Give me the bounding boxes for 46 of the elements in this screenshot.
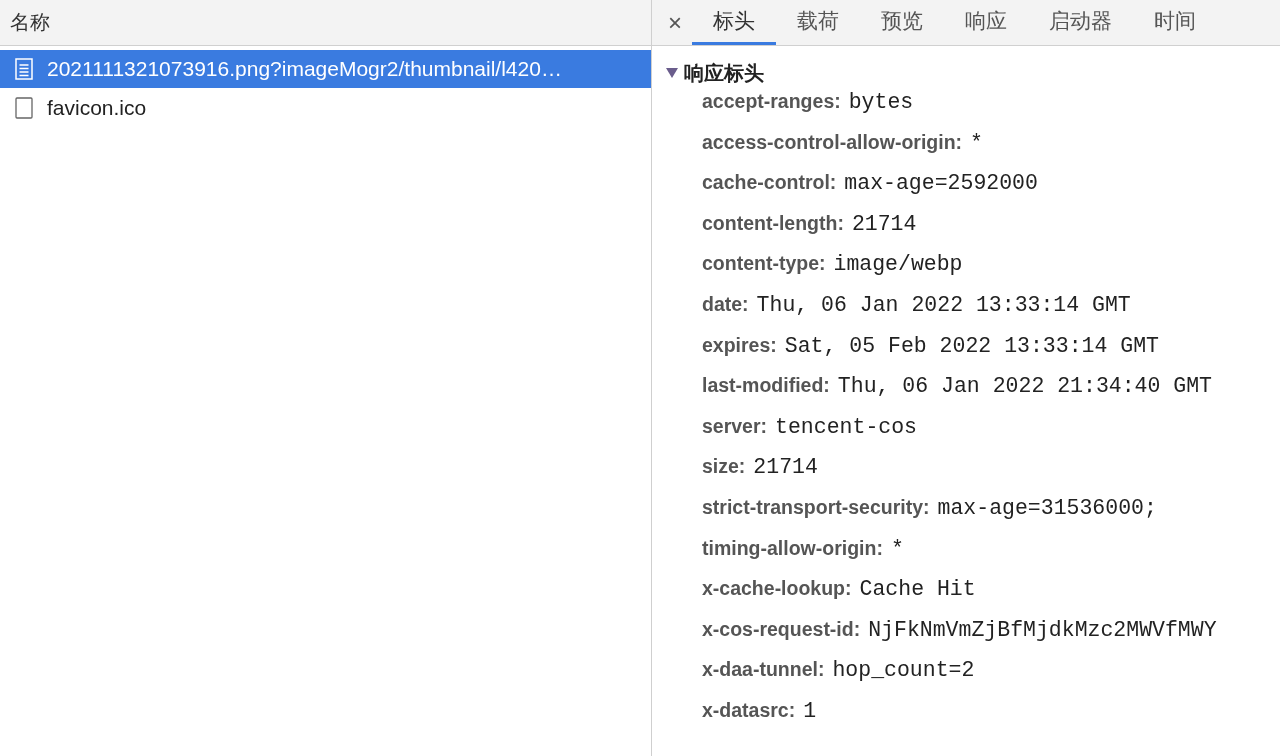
tab[interactable]: 时间 — [1133, 0, 1217, 45]
header-name: x-daa-tunnel: — [702, 658, 825, 682]
header-value: image/webp — [833, 252, 963, 277]
tab[interactable]: 预览 — [860, 0, 944, 45]
header-name: accept-ranges: — [702, 90, 841, 113]
request-row[interactable]: 2021111321073916.png?imageMogr2/thumbnail/l420… — [0, 50, 651, 88]
header-value: hop_count=2 — [832, 658, 975, 683]
header-value: 21714 — [753, 455, 818, 480]
header-value: Sat, 05 Feb 2022 13:33:14 GMT — [784, 333, 1159, 358]
column-header[interactable]: 名称 — [10, 9, 50, 36]
header-name: server: — [702, 414, 768, 438]
header-name: date: — [702, 292, 749, 316]
header-name: last-modified: — [702, 374, 830, 398]
header-value: Thu, 06 Jan 2022 13:33:14 GMT — [756, 292, 1131, 317]
header-value: * — [970, 130, 983, 155]
request-row[interactable]: favicon.ico — [0, 88, 651, 128]
header-name: expires: — [702, 333, 777, 357]
header-name: content-length: — [702, 211, 844, 235]
section-title[interactable]: 响应标头 — [684, 59, 764, 87]
header-name: content-type: — [702, 252, 826, 276]
header-value: 1 — [803, 698, 817, 723]
header-value: * — [890, 536, 904, 561]
header-name: size: — [702, 455, 746, 479]
header-value: NjFkNmVmZjBfMjdkMzc2MWVfMWY — [868, 617, 1217, 642]
header-name: x-datasrc: — [702, 698, 796, 722]
header-value: max-age=31536000; — [937, 495, 1157, 520]
header-name: cache-control: — [702, 171, 837, 195]
tab[interactable]: 载荷 — [776, 0, 860, 45]
document-icon — [15, 58, 33, 80]
header-value: 21714 — [851, 211, 917, 236]
header-name: x-cos-request-id: — [702, 617, 861, 641]
close-button[interactable]: × — [666, 0, 692, 45]
tab[interactable]: 启动器 — [1028, 0, 1133, 45]
header-name: strict-transport-security: — [702, 495, 930, 519]
header-name: access-control-allow-origin: — [702, 130, 963, 154]
header-value: tencent-cos — [775, 414, 917, 439]
tab[interactable]: 响应 — [944, 0, 1028, 45]
header-value: Thu, 06 Jan 2022 21:34:40 GMT — [837, 374, 1212, 399]
header-name: x-cache-lookup: — [702, 577, 852, 601]
triangle-icon[interactable] — [666, 68, 678, 78]
header-value: bytes — [848, 90, 914, 114]
header-name: timing-allow-origin: — [702, 536, 883, 560]
file-icon — [15, 97, 33, 119]
header-value: Cache Hit — [859, 577, 976, 602]
header-value: max-age=2592000 — [844, 171, 1038, 196]
tab[interactable]: 标头 — [692, 0, 776, 45]
